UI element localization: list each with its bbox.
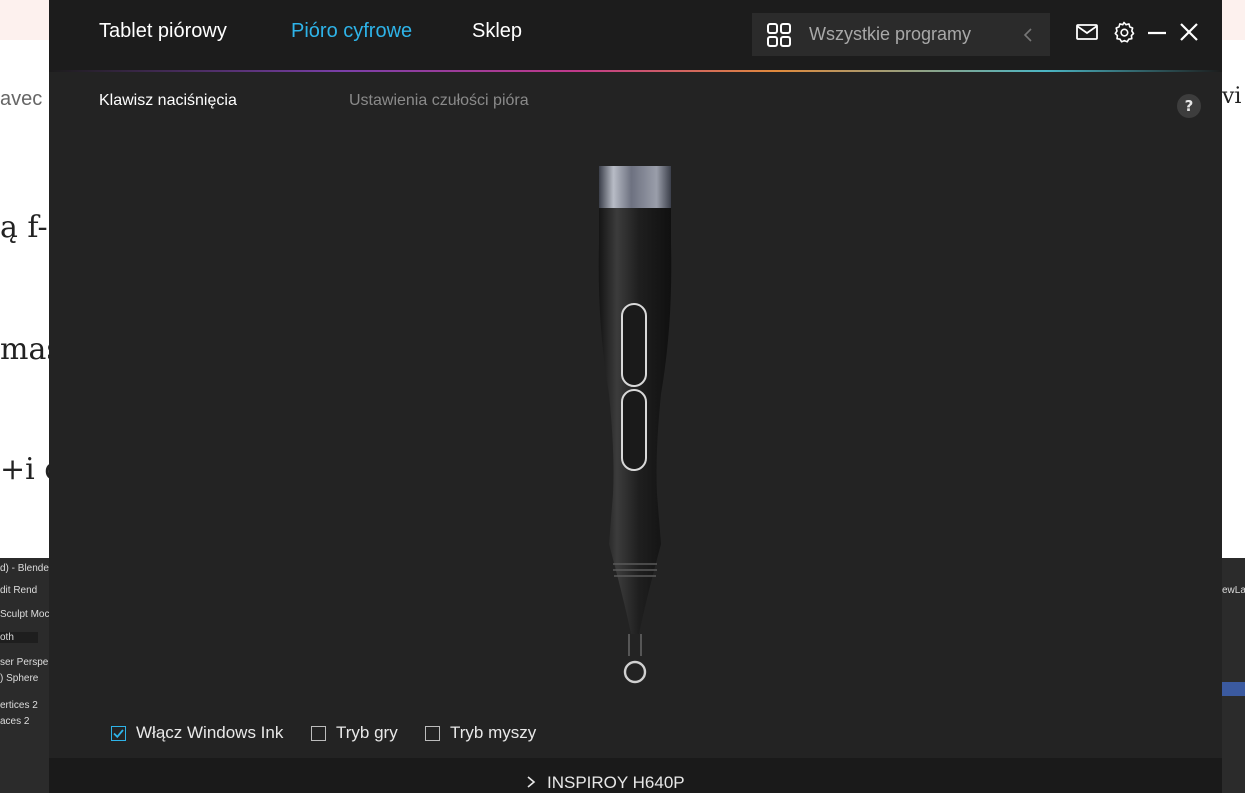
device-footer: INSPIROY H640P: [49, 758, 1222, 793]
chevron-left-icon[interactable]: [1022, 25, 1034, 45]
tab-pen-tablet[interactable]: Tablet piórowy: [99, 20, 227, 43]
mouse-mode-label: Tryb myszy: [450, 723, 537, 742]
close-icon[interactable]: [1177, 20, 1201, 44]
game-mode-checkbox[interactable]: [311, 726, 326, 741]
subtab-pen-sensitivity[interactable]: Ustawienia czułości pióra: [349, 92, 529, 110]
windows-ink-label: Włącz Windows Ink: [136, 723, 284, 742]
background-text-fragment: ą f-: [0, 210, 48, 245]
pen-tip: [623, 660, 647, 684]
pen-lower-button: [621, 389, 647, 471]
pen-upper-button: [621, 303, 647, 387]
device-selector[interactable]: INSPIROY H640P: [525, 773, 685, 793]
background-text-fragment: vi: [1222, 84, 1242, 109]
mail-icon[interactable]: [1075, 20, 1099, 44]
pen-driver-window: Tablet piórowy Pióro cyfrowe Sklep Wszys…: [49, 0, 1222, 793]
mouse-mode-checkbox[interactable]: [425, 726, 440, 741]
background-text-fragment: avec: [0, 88, 43, 110]
chevron-right-icon: [527, 776, 536, 788]
help-button[interactable]: ?: [1177, 94, 1201, 118]
game-mode-label: Tryb gry: [336, 723, 398, 742]
check-icon: [113, 729, 124, 739]
tab-digital-pen[interactable]: Pióro cyfrowe: [291, 20, 412, 43]
program-selector[interactable]: Wszystkie programy: [752, 13, 1050, 56]
gear-icon[interactable]: [1112, 20, 1136, 44]
background-blender-window: d) - Blende dit Rend Sculpt Moc oth ser …: [0, 558, 50, 793]
pen-cap: [599, 166, 671, 208]
background-blender-window-right: ewLay: [1222, 558, 1245, 793]
pen-illustration: [598, 166, 672, 684]
accent-divider: [49, 70, 1222, 72]
device-name: INSPIROY H640P: [547, 773, 685, 792]
title-bar: Tablet piórowy Pióro cyfrowe Sklep Wszys…: [49, 0, 1222, 70]
subtab-press-keys[interactable]: Klawisz naciśnięcia: [99, 92, 237, 110]
minimize-icon[interactable]: [1145, 20, 1169, 44]
windows-ink-checkbox[interactable]: [111, 726, 126, 741]
tab-shop[interactable]: Sklep: [472, 20, 522, 43]
app-grid-icon: [767, 23, 791, 47]
program-selector-label: Wszystkie programy: [809, 24, 972, 44]
